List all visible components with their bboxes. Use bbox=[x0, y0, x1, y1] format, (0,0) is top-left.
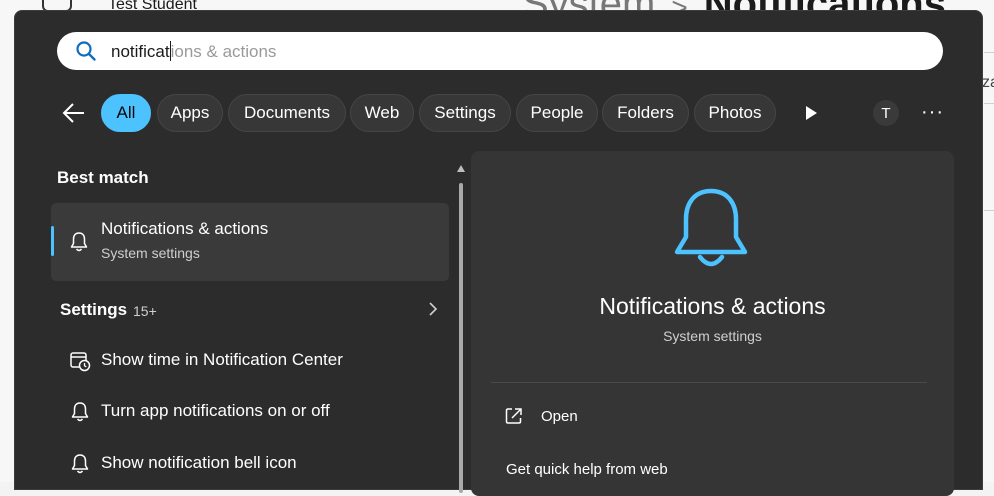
bell-icon bbox=[71, 402, 89, 422]
list-item[interactable]: Show time in Notification Center bbox=[51, 338, 449, 382]
filter-bar: All Apps Documents Web Settings People F… bbox=[15, 93, 984, 133]
filter-chip-people[interactable]: People bbox=[516, 94, 598, 132]
selection-accent-bar bbox=[51, 226, 54, 256]
search-flyout: notifications & actions All Apps Documen… bbox=[14, 10, 984, 496]
filter-chip-settings[interactable]: Settings bbox=[419, 94, 511, 132]
filter-chip-photos[interactable]: Photos bbox=[694, 94, 776, 132]
background-side-text: za bbox=[982, 74, 994, 91]
scroll-up-arrow-icon[interactable] bbox=[457, 165, 465, 172]
search-icon bbox=[76, 41, 96, 61]
account-avatar[interactable]: T bbox=[873, 100, 899, 126]
search-input[interactable]: notifications & actions bbox=[57, 32, 943, 70]
chevron-right-icon[interactable] bbox=[427, 301, 439, 317]
best-match-heading: Best match bbox=[57, 168, 149, 187]
preview-title: Notifications & actions bbox=[599, 293, 826, 319]
background-divider bbox=[984, 103, 994, 104]
quick-help-link[interactable]: Get quick help from web bbox=[506, 461, 668, 478]
search-typed-text: notificat bbox=[111, 42, 170, 61]
bell-icon bbox=[674, 188, 748, 267]
preview-divider bbox=[491, 382, 927, 383]
bell-icon bbox=[71, 454, 89, 474]
background-divider bbox=[984, 52, 994, 53]
results-scrollbar[interactable] bbox=[457, 161, 465, 493]
filter-chip-apps[interactable]: Apps bbox=[157, 94, 223, 132]
open-action[interactable]: Open bbox=[505, 407, 805, 431]
list-item-label: Show notification bell icon bbox=[101, 453, 297, 472]
best-match-title: Notifications & actions bbox=[101, 219, 269, 238]
search-suggestion-text: ions & actions bbox=[170, 42, 277, 61]
more-options-icon[interactable]: ··· bbox=[921, 101, 944, 124]
open-external-icon bbox=[505, 408, 522, 424]
preview-subtitle: System settings bbox=[663, 328, 762, 344]
filter-chip-folders[interactable]: Folders bbox=[602, 94, 689, 132]
back-arrow-icon[interactable] bbox=[61, 101, 87, 125]
search-query: notifications & actions bbox=[111, 41, 276, 62]
list-item[interactable]: Turn app notifications on or off bbox=[51, 389, 449, 433]
preview-pane: Notifications & actions System settings … bbox=[471, 151, 954, 496]
play-arrow-icon[interactable] bbox=[803, 105, 819, 121]
list-item-label: Turn app notifications on or off bbox=[101, 401, 330, 420]
list-item[interactable]: Show notification bell icon bbox=[51, 441, 449, 485]
filter-chip-all[interactable]: All bbox=[101, 94, 151, 132]
open-action-label: Open bbox=[541, 408, 578, 425]
settings-section-heading[interactable]: Settings bbox=[60, 300, 127, 320]
filter-chip-documents[interactable]: Documents bbox=[228, 94, 346, 132]
calendar-clock-icon bbox=[70, 352, 91, 372]
background-divider bbox=[984, 210, 994, 211]
filter-chip-web[interactable]: Web bbox=[350, 94, 414, 132]
scrollbar-thumb[interactable] bbox=[459, 183, 463, 493]
settings-result-count: 15+ bbox=[133, 303, 157, 319]
list-item-label: Show time in Notification Center bbox=[101, 350, 343, 369]
best-match-subtitle: System settings bbox=[101, 245, 200, 261]
bell-icon bbox=[70, 232, 88, 252]
best-match-result[interactable] bbox=[51, 203, 449, 281]
